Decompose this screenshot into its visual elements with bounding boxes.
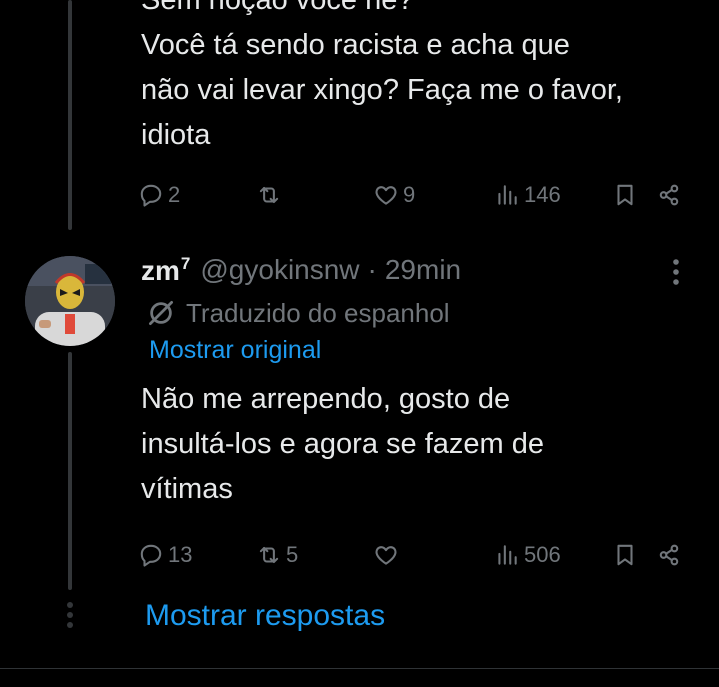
- tweet1-line: Sem noção você né?: [141, 0, 414, 16]
- bookmark-icon: [617, 544, 633, 566]
- bookmark-button[interactable]: [612, 540, 638, 570]
- tweet1-text: Sem noção você né? Você tá sendo racista…: [141, 0, 701, 158]
- view-count: 146: [524, 182, 561, 207]
- display-name[interactable]: zm7: [141, 254, 190, 287]
- reply-icon: [140, 544, 162, 567]
- thread-line-bottom: [68, 352, 72, 590]
- separator-dot: ·: [367, 254, 377, 285]
- avatar[interactable]: [25, 256, 115, 346]
- repost-button[interactable]: [256, 180, 286, 210]
- translation-notice: Traduzido do espanhol: [146, 296, 450, 330]
- more-vertical-icon: [673, 259, 679, 285]
- repost-count: 5: [286, 542, 299, 567]
- tweet2-line: vítimas: [141, 473, 233, 505]
- tweet1-line: Você tá sendo racista e acha que: [141, 29, 570, 61]
- tweet2-line: Não me arrependo, gosto de: [141, 383, 511, 415]
- display-name-superscript: 7: [180, 253, 191, 273]
- views-button[interactable]: 506: [494, 540, 561, 570]
- user-handle[interactable]: @gyokinsnw: [200, 254, 359, 286]
- translated-label: Traduzido do espanhol: [186, 297, 450, 328]
- timestamp[interactable]: 29min: [385, 254, 461, 286]
- avatar-image: [25, 256, 115, 346]
- heart-icon: [375, 546, 397, 565]
- views-icon: [498, 545, 517, 565]
- tweet2-actions: 13 5 506: [138, 540, 698, 570]
- share-icon: [659, 184, 679, 206]
- like-count: 9: [403, 182, 416, 207]
- thread-line-top: [68, 0, 72, 230]
- share-button[interactable]: [656, 180, 682, 210]
- tweet1-line: não vai levar xingo? Faça me o favor,: [141, 74, 623, 106]
- bookmark-button[interactable]: [612, 180, 638, 210]
- tweet2-header: zm7 @gyokinsnw · 29min: [141, 250, 461, 290]
- globe-translate-icon: [149, 301, 173, 325]
- bookmark-icon: [617, 184, 633, 206]
- view-count: 506: [524, 542, 561, 567]
- tweet2-line: insultá-los e agora se fazem de: [141, 428, 544, 460]
- reply-icon: [140, 184, 162, 207]
- like-button[interactable]: 9: [373, 180, 415, 210]
- reply-button[interactable]: 13: [138, 540, 192, 570]
- tweet1-actions: 2 9 146: [138, 180, 698, 210]
- repost-button[interactable]: 5: [256, 540, 298, 570]
- divider: [0, 668, 719, 669]
- display-name-text: zm: [141, 254, 180, 286]
- reply-button[interactable]: 2: [138, 180, 180, 210]
- repost-icon: [259, 546, 279, 564]
- thread-continuation-dots: [66, 602, 74, 632]
- views-button[interactable]: 146: [494, 180, 561, 210]
- like-button[interactable]: [373, 540, 403, 570]
- reply-count: 2: [168, 182, 181, 207]
- share-icon: [659, 544, 679, 566]
- more-options-button[interactable]: [664, 255, 688, 289]
- tweet1-line: idiota: [141, 119, 211, 151]
- tweet2-text: Não me arrependo, gosto de insultá-los e…: [141, 377, 701, 512]
- show-replies-link[interactable]: Mostrar respostas: [145, 599, 385, 633]
- repost-icon: [259, 186, 279, 204]
- reply-count: 13: [168, 542, 193, 567]
- heart-icon: [375, 186, 397, 205]
- views-icon: [498, 185, 517, 205]
- share-button[interactable]: [656, 540, 682, 570]
- show-original-link[interactable]: Mostrar original: [149, 336, 321, 365]
